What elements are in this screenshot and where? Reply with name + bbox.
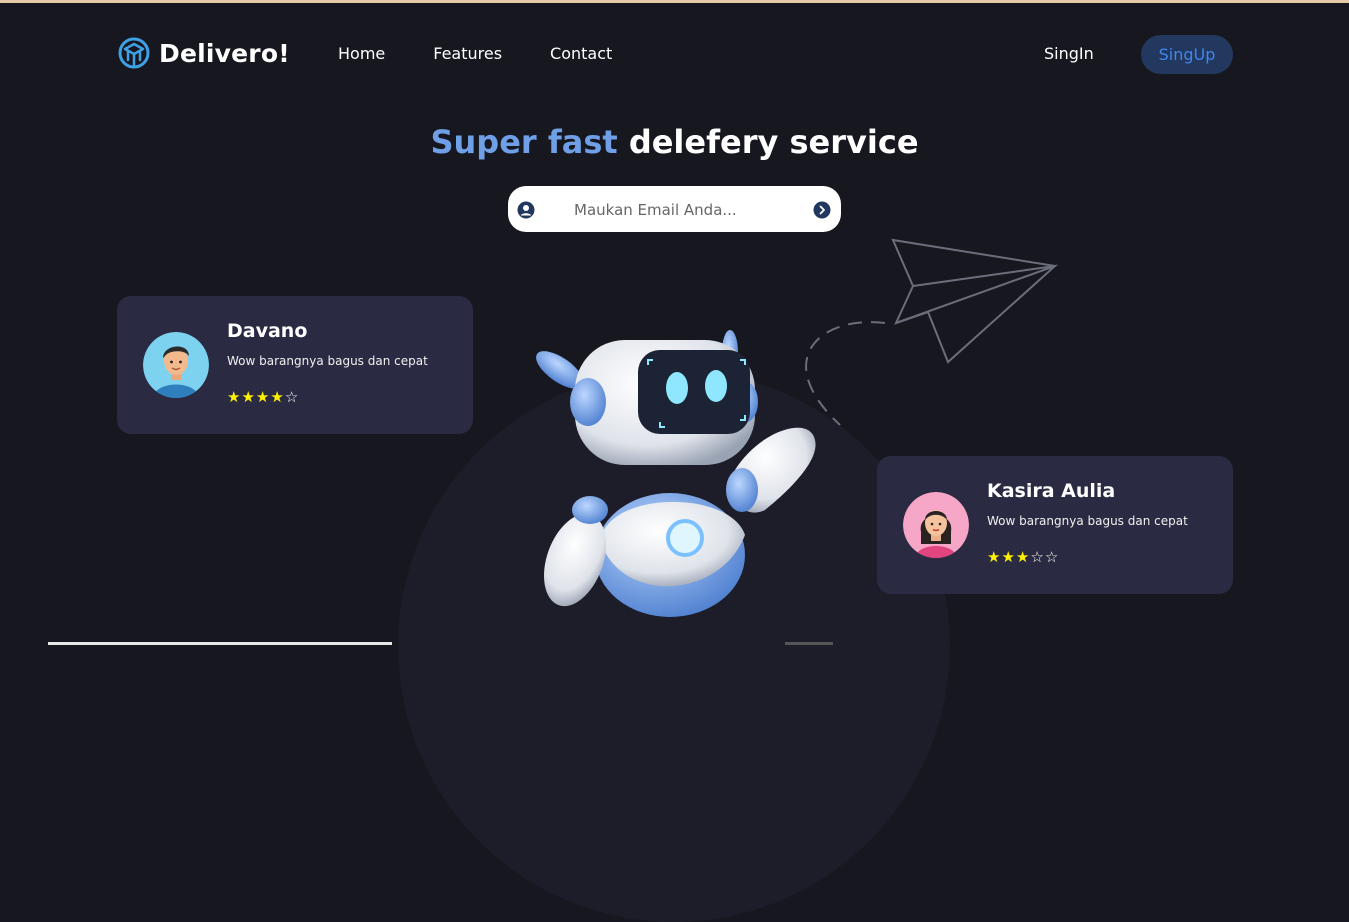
email-input[interactable] [572,196,796,224]
nav-features[interactable]: Features [433,44,502,63]
user-circle-icon [517,201,535,219]
star-filled-icon: ★ [270,388,285,406]
review-text: Wow barangnya bagus dan cepat [987,514,1188,528]
review-text: Wow barangnya bagus dan cepat [227,354,428,368]
top-accent-line [0,0,1349,3]
reviewer-name: Davano [227,320,308,342]
hero-title-accent: Super fast [430,123,618,161]
robot-illustration [536,330,816,617]
arrow-right-circle-icon[interactable] [813,201,831,219]
man-avatar-icon [143,332,209,398]
signin-link[interactable]: SingIn [1044,44,1094,63]
star-filled-icon: ★ [987,548,1002,566]
reviewer-name: Kasira Aulia [987,480,1116,502]
star-rating: ★★★☆☆ [987,548,1059,566]
star-empty-icon: ☆ [1044,548,1060,566]
star-filled-icon: ★ [255,388,271,406]
hero-title: Super fast delefery service [0,123,1349,161]
star-filled-icon: ★ [241,388,256,406]
star-empty-icon: ☆ [1030,548,1045,566]
woman-avatar-icon [903,492,969,558]
box-logo-icon [118,37,150,69]
review-card: Kasira Aulia Wow barangnya bagus dan cep… [877,456,1233,594]
brand-logo[interactable]: Delivero! [117,36,290,70]
email-form [508,186,841,232]
avatar [903,492,969,558]
avatar [143,332,209,398]
nav-home[interactable]: Home [338,44,385,63]
star-filled-icon: ★ [1015,548,1031,566]
star-filled-icon: ★ [1001,548,1016,566]
hero-title-rest: delefery service [628,123,919,161]
main-nav: Home Features Contact [338,44,612,63]
star-rating: ★★★★☆ [227,388,299,406]
review-card: Davano Wow barangnya bagus dan cepat ★★★… [117,296,473,434]
star-filled-icon: ★ [227,388,242,406]
brand-name: Delivero! [159,38,290,68]
nav-contact[interactable]: Contact [550,44,612,63]
star-empty-icon: ☆ [284,388,300,406]
signup-button[interactable]: SingUp [1141,35,1233,74]
